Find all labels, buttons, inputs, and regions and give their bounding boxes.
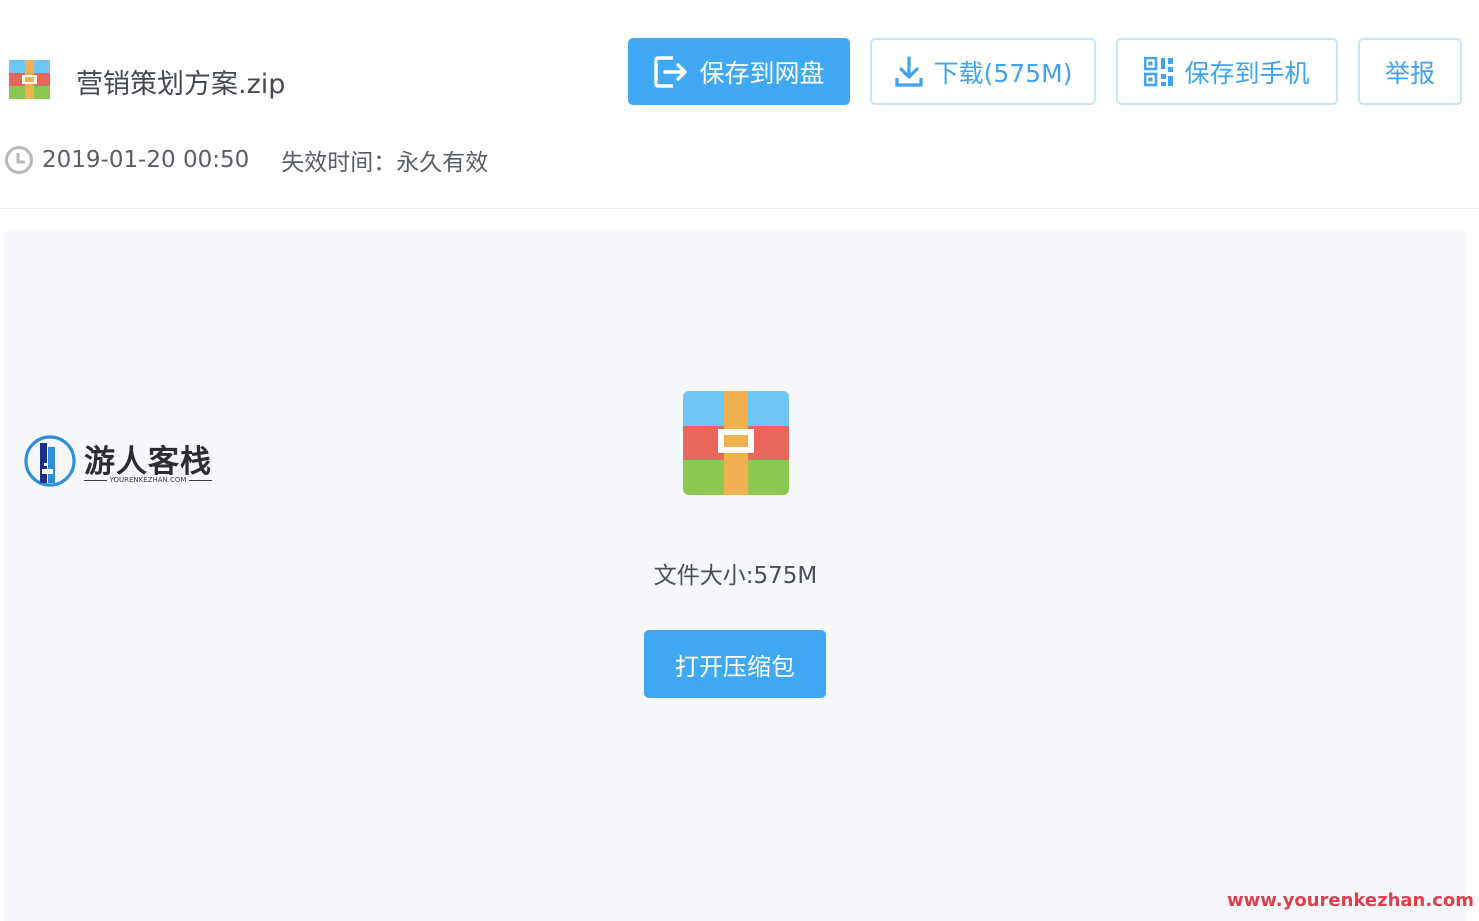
expiry-text: 失效时间：永久有效 — [281, 150, 489, 176]
download-button[interactable]: 下载(575M) — [870, 38, 1096, 105]
file-size: 文件大小:575M — [653, 563, 818, 589]
clock-icon — [4, 145, 34, 175]
watermark: www.yourenkezhan.com — [1227, 890, 1474, 911]
logo-subtitle-text: YOURENKEZHAN.COM — [109, 476, 187, 484]
zip-file-icon — [9, 60, 50, 99]
upload-time: 2019-01-20 00:50 — [42, 147, 250, 173]
save-to-drive-button[interactable]: 保存到网盘 — [628, 38, 850, 105]
zip-archive-icon — [683, 391, 789, 495]
logo-emblem-icon — [24, 435, 76, 487]
save-to-phone-label: 保存到手机 — [1184, 58, 1310, 88]
download-icon — [894, 55, 924, 88]
file-meta: 2019-01-20 00:50 失效时间：永久有效 — [4, 144, 488, 176]
open-archive-button[interactable]: 打开压缩包 — [644, 630, 826, 698]
report-button[interactable]: 举报 — [1358, 38, 1462, 105]
site-logo: 游人客栈 YOURENKEZHAN.COM — [24, 433, 214, 489]
save-export-icon — [653, 55, 689, 89]
file-name: 营销策划方案.zip — [76, 69, 286, 100]
download-label: 下载(575M) — [933, 58, 1073, 88]
file-header: 营销策划方案.zip 保存到网盘 下载(575M) 保存到手机 举报 2019-… — [0, 0, 1479, 209]
header-divider — [0, 208, 1479, 209]
save-to-drive-label: 保存到网盘 — [699, 58, 825, 88]
logo-subtitle: YOURENKEZHAN.COM — [84, 476, 212, 484]
open-archive-label: 打开压缩包 — [675, 652, 795, 681]
save-to-phone-button[interactable]: 保存到手机 — [1116, 38, 1338, 105]
logo-name: 游人客栈 — [84, 444, 212, 480]
file-preview-panel: 游人客栈 YOURENKEZHAN.COM 文件大小:575M 打开压缩包 — [4, 230, 1467, 921]
report-label: 举报 — [1384, 58, 1435, 88]
qr-code-icon — [1144, 56, 1174, 87]
